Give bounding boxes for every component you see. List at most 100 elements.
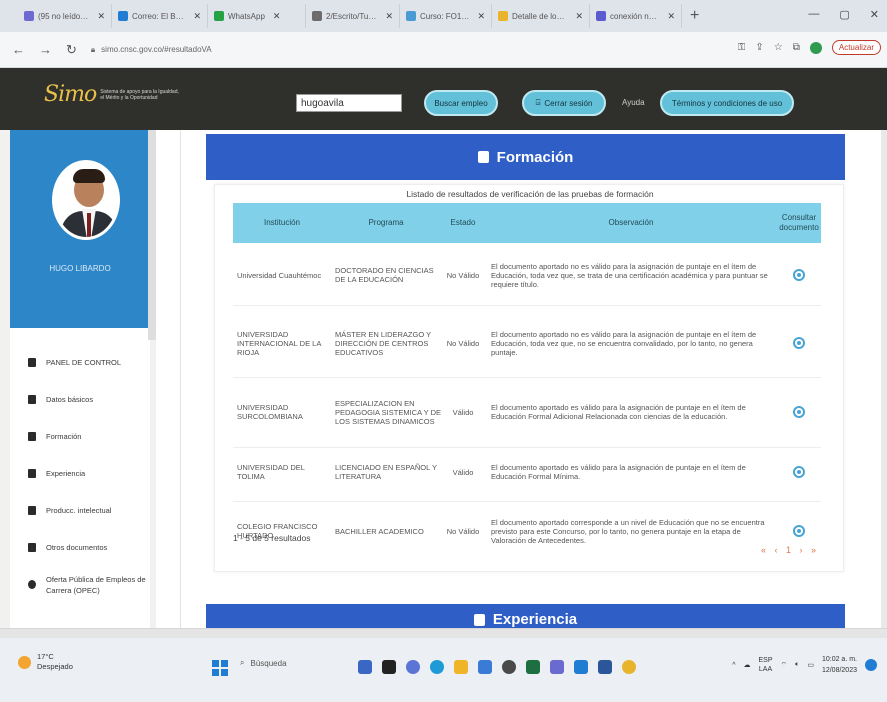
windows-start-icon[interactable] xyxy=(212,660,228,676)
browser-tab[interactable]: 2/Escrito/Tutela - ✕ xyxy=(306,4,400,28)
browser-tab[interactable]: (95 no leídos) - ✕ xyxy=(18,4,112,28)
taskbar-clock[interactable]: 10:02 a. m. 12/08/2023 xyxy=(822,654,857,676)
cell-observacion: El documento aportado corresponde a un n… xyxy=(491,517,765,545)
sidebar-item-label: Datos básicos xyxy=(46,395,94,404)
reload-icon[interactable]: ↻ xyxy=(66,42,77,58)
logout-button[interactable]: ⍈ Cerrar sesión xyxy=(522,90,606,116)
close-tab-icon[interactable]: ✕ xyxy=(273,11,281,22)
app-icon[interactable] xyxy=(574,660,588,674)
briefcase-icon xyxy=(28,469,36,478)
book-icon xyxy=(28,506,36,515)
app-icon[interactable] xyxy=(502,660,516,674)
url-field[interactable]: 🔒︎ simo.cnsc.gov.co/#resultadoVA xyxy=(91,45,212,55)
sidebar-item-control-panel[interactable]: PANEL DE CONTROL xyxy=(10,344,150,381)
weather-widget[interactable]: 17°C Despejado xyxy=(18,652,73,672)
task-view-icon[interactable] xyxy=(358,660,372,674)
profile-name: HUGO LIBARDO xyxy=(49,264,111,273)
sidebar-scrollbar[interactable] xyxy=(148,130,156,340)
onedrive-icon[interactable]: ☁ xyxy=(744,661,751,669)
browser-tab[interactable]: conexión nacion... ✕ xyxy=(590,4,682,28)
back-icon[interactable]: ← xyxy=(12,42,25,57)
content-scrollbar[interactable] xyxy=(881,130,887,635)
help-link[interactable]: Ayuda xyxy=(622,98,645,107)
cell-programa: Doctorado en ciencias de la educación xyxy=(335,266,434,284)
close-icon[interactable]: ✕ xyxy=(870,8,879,21)
browser-tab[interactable]: Curso: FO13 Diff ✕ xyxy=(400,4,492,28)
row-divider xyxy=(233,305,821,306)
new-tab-button[interactable]: + xyxy=(682,7,707,25)
search-jobs-button[interactable]: Buscar empleo xyxy=(424,90,498,116)
table-caption: Listado de resultados de verificación de… xyxy=(406,189,654,199)
view-document-icon[interactable] xyxy=(793,337,805,349)
word-icon[interactable] xyxy=(598,660,612,674)
edge-icon[interactable] xyxy=(430,660,444,674)
view-document-icon[interactable] xyxy=(793,466,805,478)
close-tab-icon[interactable]: ✕ xyxy=(575,11,583,22)
tab-title: Correo: El Bardo - xyxy=(132,11,185,21)
close-tab-icon[interactable]: ✕ xyxy=(385,11,393,22)
logo-mark: Simo xyxy=(44,82,97,107)
language-indicator[interactable]: ESP xyxy=(759,657,773,664)
tab-title: Curso: FO13 Diff xyxy=(420,11,469,21)
tab-favicon xyxy=(596,11,606,21)
horizontal-scrollbar[interactable] xyxy=(0,628,887,638)
sidebar-item-opec[interactable]: Oferta Pública de Empleos de Carrera (OP… xyxy=(10,566,150,603)
view-document-icon[interactable] xyxy=(793,269,805,281)
view-document-icon[interactable] xyxy=(793,406,805,418)
experiencia-title: Experiencia xyxy=(492,611,578,628)
chat-icon[interactable] xyxy=(406,660,420,674)
taskbar-search[interactable]: ⌕ Búsqueda xyxy=(240,658,287,668)
pagination[interactable]: « ‹ 1 › » xyxy=(761,545,819,555)
username-field[interactable] xyxy=(296,94,402,112)
app-icon[interactable] xyxy=(382,660,396,674)
tab-favicon xyxy=(312,11,322,21)
simo-logo[interactable]: Simo Sistema de apoyo para la Igualdad, … xyxy=(44,82,180,107)
volume-icon[interactable]: 🔈︎ xyxy=(795,661,799,669)
key-icon[interactable]: ⚿ xyxy=(738,42,746,53)
minimize-icon[interactable]: — xyxy=(808,8,819,21)
star-icon[interactable]: ☆ xyxy=(774,42,783,53)
cell-estado: No Válido xyxy=(446,270,480,280)
excel-icon[interactable] xyxy=(526,660,540,674)
formacion-header: Formación xyxy=(206,134,845,180)
sidebar-item-otros-documentos[interactable]: Otros documentos xyxy=(10,529,150,566)
battery-icon[interactable]: ▭ xyxy=(807,661,814,669)
close-tab-icon[interactable]: ✕ xyxy=(97,11,105,22)
tab-title: WhatsApp xyxy=(228,11,265,21)
wifi-icon[interactable]: ⌔ xyxy=(781,661,788,670)
file-explorer-icon[interactable] xyxy=(454,660,468,674)
cell-estado: No Válido xyxy=(446,338,480,348)
cell-observacion: El documento aportado es válido para la … xyxy=(491,463,746,481)
app-icon[interactable] xyxy=(550,660,564,674)
sidebar-item-formacion[interactable]: Formación xyxy=(10,418,150,455)
globe-icon xyxy=(28,580,36,589)
view-document-icon[interactable] xyxy=(793,525,805,537)
terms-button[interactable]: Términos y condiciones de uso xyxy=(660,90,794,116)
store-icon[interactable] xyxy=(478,660,492,674)
sidebar-item-label: Experiencia xyxy=(46,469,86,478)
share-icon[interactable]: ⇪ xyxy=(755,42,763,53)
sidebar-item-produccion[interactable]: Producc. intelectual xyxy=(10,492,150,529)
close-tab-icon[interactable]: ✕ xyxy=(667,11,675,22)
profile-icon[interactable] xyxy=(809,41,822,54)
extensions-icon[interactable]: ⧉ xyxy=(793,42,800,53)
logout-icon: ⍈ xyxy=(535,98,541,107)
update-button[interactable]: Actualizar xyxy=(831,40,881,55)
column-header-consultar: Consultar documento xyxy=(779,213,819,232)
maximize-icon[interactable]: ▢ xyxy=(839,8,849,21)
sidebar-item-basic-data[interactable]: Datos básicos xyxy=(10,381,150,418)
forward-icon[interactable]: → xyxy=(39,42,52,57)
sidebar-item-experiencia[interactable]: Experiencia xyxy=(10,455,150,492)
table-row: UNIVERSIDAD SURCOLOMBIANA ESPECIALIZACION… xyxy=(233,381,821,443)
notification-icon[interactable] xyxy=(865,659,877,671)
cell-consultar xyxy=(777,525,821,537)
browser-tab[interactable]: Detalle de los f... ✕ xyxy=(492,4,590,28)
system-tray: ^ ☁ ESP LAA ⌔ 🔈︎ ▭ 10:02 a. m. 12/08/202… xyxy=(732,654,877,676)
close-tab-icon[interactable]: ✕ xyxy=(193,11,201,22)
browser-tab[interactable]: WhatsApp ✕ xyxy=(208,4,306,28)
close-tab-icon[interactable]: ✕ xyxy=(477,11,485,22)
browser-tab[interactable]: Correo: El Bardo - ✕ xyxy=(112,4,208,28)
chevron-up-icon[interactable]: ^ xyxy=(732,662,735,669)
chrome-icon[interactable] xyxy=(622,660,636,674)
browser-tab-strip: (95 no leídos) -✕Correo: El Bardo -✕What… xyxy=(0,0,887,32)
